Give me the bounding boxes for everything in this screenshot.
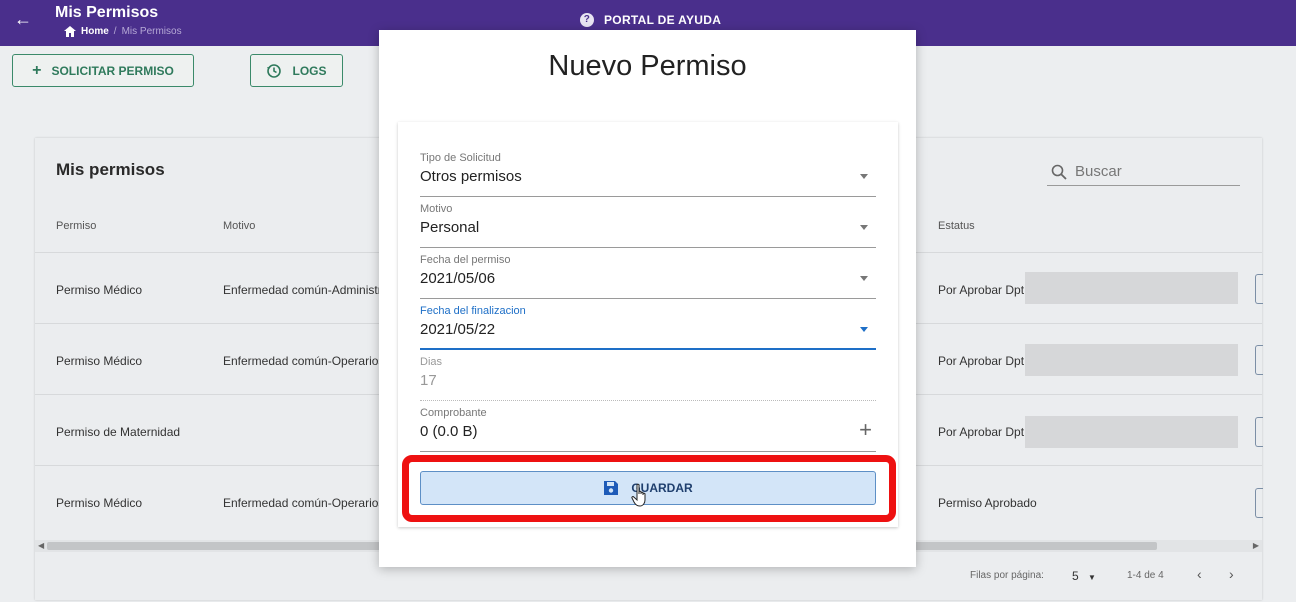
column-header-permiso[interactable]: Permiso	[56, 220, 96, 232]
fecha-permiso-select[interactable]: Fecha del permiso 2021/05/06	[420, 252, 876, 299]
field-value: 2021/05/22	[420, 321, 496, 338]
field-label: Comprobante	[420, 407, 487, 419]
field-value: Otros permisos	[420, 168, 522, 185]
caret-down-icon	[860, 174, 868, 179]
history-icon	[267, 63, 282, 78]
table-cell-estatus: Permiso Aprobado	[938, 496, 1037, 510]
question-circle-icon: ?	[580, 13, 594, 27]
column-header-motivo[interactable]: Motivo	[223, 220, 255, 232]
hand-cursor-icon	[631, 483, 646, 507]
table-cell-estatus: Por Aprobar Dpt	[938, 354, 1025, 368]
save-icon	[604, 481, 619, 495]
caret-down-icon	[860, 225, 868, 230]
field-label: Fecha del permiso	[420, 254, 511, 266]
table-cell-estatus: Por Aprobar Dpt	[938, 283, 1025, 297]
rows-per-page-select[interactable]: 5 ▼	[1072, 569, 1096, 583]
arrow-left-icon[interactable]: ←	[12, 8, 34, 30]
breadcrumb: Home / Mis Permisos	[64, 26, 182, 37]
table-cell-motivo: Enfermedad común-Operarios	[223, 354, 385, 368]
field-label: Fecha del finalizacion	[420, 305, 526, 317]
field-value: 2021/05/06	[420, 270, 496, 287]
field-label: Motivo	[420, 203, 453, 215]
table-cell-estatus: Por Aprobar Dpt	[938, 425, 1025, 439]
motivo-select[interactable]: Motivo Personal	[420, 201, 876, 248]
tipo-solicitud-select[interactable]: Tipo de Solicitud Otros permisos	[420, 150, 876, 197]
rows-per-page-label: Filas por página:	[970, 570, 1044, 581]
row-action-button[interactable]	[1255, 417, 1263, 447]
dias-field: Dias 17	[420, 354, 876, 401]
chevron-down-icon: ▼	[1088, 573, 1096, 582]
scroll-right-icon[interactable]: ▶	[1253, 540, 1259, 552]
row-action-button[interactable]	[1255, 345, 1263, 375]
help-portal-link[interactable]: ? PORTAL DE AYUDA	[580, 13, 721, 27]
column-header-estatus[interactable]: Estatus	[938, 220, 975, 232]
fecha-finalizacion-select[interactable]: Fecha del finalizacion 2021/05/22	[420, 303, 876, 350]
redacted-block	[1025, 344, 1238, 376]
breadcrumb-current: Mis Permisos	[121, 26, 182, 37]
redacted-block	[1025, 272, 1238, 304]
rows-per-page-value: 5	[1072, 569, 1079, 583]
home-icon	[64, 26, 76, 37]
comprobante-file-input[interactable]: Comprobante 0 (0.0 B) +	[420, 405, 876, 452]
table-cell-permiso: Permiso Médico	[56, 496, 143, 510]
field-value: Personal	[420, 219, 480, 236]
row-action-button[interactable]	[1255, 274, 1263, 304]
table-cell-permiso: Permiso Médico	[56, 283, 143, 297]
table-cell-motivo: Enfermedad común-Operarios	[223, 496, 385, 510]
page-title: Mis Permisos	[55, 4, 159, 21]
next-page-icon[interactable]: ›	[1229, 566, 1234, 582]
caret-down-icon	[860, 327, 868, 332]
table-cell-permiso: Permiso Médico	[56, 354, 143, 368]
redacted-block	[1025, 416, 1238, 448]
field-value: 17	[420, 372, 437, 389]
prev-page-icon[interactable]: ‹	[1197, 566, 1202, 582]
search-input[interactable]: Buscar	[1047, 158, 1240, 186]
card-title: Mis permisos	[56, 160, 165, 179]
solicitar-permiso-button[interactable]: + SOLICITAR PERMISO	[12, 54, 194, 87]
row-action-button[interactable]	[1255, 488, 1263, 518]
table-cell-motivo: Enfermedad común-Administr	[223, 283, 382, 297]
breadcrumb-separator: /	[113, 26, 117, 37]
field-label: Tipo de Solicitud	[420, 152, 501, 164]
field-label: Dias	[420, 356, 443, 368]
logs-button[interactable]: LOGS	[250, 54, 343, 87]
dialog-title: Nuevo Permiso	[548, 50, 747, 82]
help-portal-label: PORTAL DE AYUDA	[604, 13, 722, 27]
logs-label: LOGS	[292, 63, 327, 78]
field-value: 0 (0.0 B)	[420, 423, 478, 440]
table-cell-permiso: Permiso de Maternidad	[56, 425, 181, 439]
search-icon	[1051, 164, 1067, 180]
search-placeholder: Buscar	[1075, 163, 1122, 180]
pagination-range: 1-4 de 4	[1127, 570, 1164, 581]
plus-icon: +	[32, 61, 42, 79]
scroll-left-icon[interactable]: ◀	[38, 540, 44, 552]
solicitar-permiso-label: SOLICITAR PERMISO	[51, 63, 174, 78]
breadcrumb-home[interactable]: Home	[81, 26, 109, 37]
plus-icon[interactable]: +	[859, 419, 872, 441]
caret-down-icon	[860, 276, 868, 281]
